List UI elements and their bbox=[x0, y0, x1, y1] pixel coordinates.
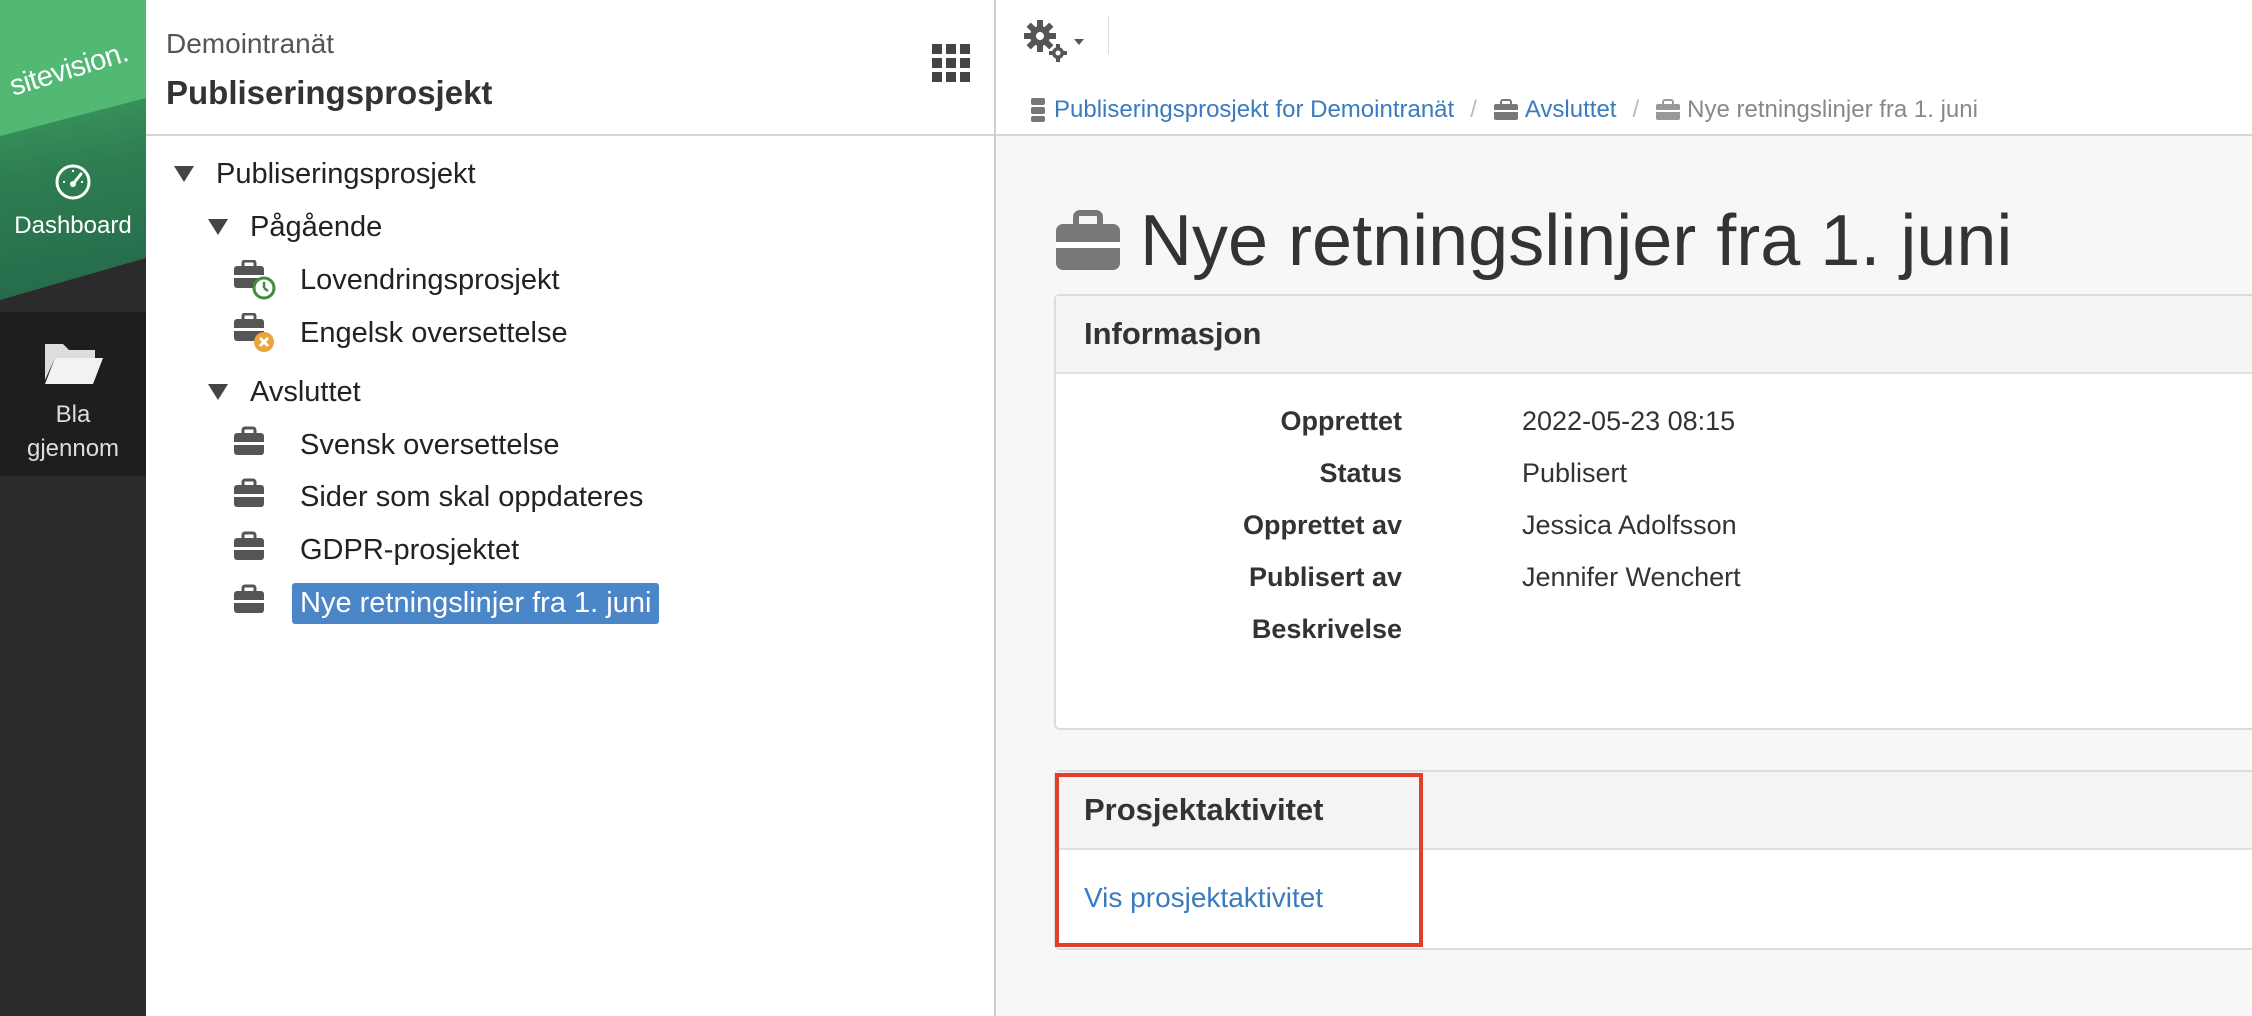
info-row-published-by: Publisert av Jennifer Wenchert bbox=[1056, 562, 2252, 602]
tree-group-closed[interactable]: Avsluttet bbox=[208, 369, 369, 415]
info-value: Jennifer Wenchert bbox=[1522, 562, 1741, 592]
apps-grid-icon[interactable] bbox=[932, 44, 970, 82]
project-activity-heading: Prosjektaktivitet bbox=[1056, 772, 2252, 850]
tree-group-ongoing[interactable]: Pågående bbox=[208, 204, 390, 250]
tree-item-label: GDPR-prosjektet bbox=[300, 533, 520, 566]
folder-open-icon bbox=[45, 344, 103, 384]
dashboard-label: Dashboard bbox=[14, 212, 132, 239]
tree-item[interactable]: Engelsk oversettelse bbox=[232, 310, 576, 356]
project-tree-panel: Demointranät Publiseringsprosjekt Publis… bbox=[146, 0, 996, 1016]
briefcase-cancel-icon bbox=[232, 312, 276, 353]
site-name: Demointranät bbox=[166, 28, 335, 59]
project-name: Publiseringsprosjekt bbox=[166, 74, 493, 111]
tree-group-label: Avsluttet bbox=[250, 375, 361, 408]
tree-item-label: Engelsk oversettelse bbox=[300, 316, 568, 349]
info-key: Publisert av bbox=[1248, 562, 1402, 592]
settings-menu-button[interactable] bbox=[1024, 20, 1086, 64]
gears-icon bbox=[1024, 20, 1067, 62]
toolbar bbox=[996, 0, 2252, 87]
info-row-status: Status Publisert bbox=[1056, 458, 2252, 498]
page-title: Nye retningslinjer fra 1. juni bbox=[1140, 201, 2013, 281]
briefcase-icon bbox=[232, 477, 276, 517]
tree-group-label: Pågående bbox=[250, 210, 383, 243]
briefcase-icon bbox=[1656, 99, 1681, 120]
browse-label-line-2: gjennom bbox=[26, 435, 120, 462]
breadcrumb-root-label: Publiseringsprosjekt for Demointranät bbox=[1054, 96, 1455, 123]
information-heading: Informasjon bbox=[1056, 296, 2252, 374]
info-key: Beskrivelse bbox=[1251, 614, 1402, 644]
info-value: 2022-05-23 08:15 bbox=[1522, 406, 1736, 436]
info-row-created: Opprettet 2022-05-23 08:15 bbox=[1056, 406, 2252, 446]
tree-item-label: Sider som skal oppdateres bbox=[300, 480, 644, 513]
tree-item-selected[interactable]: Nye retningslinjer fra 1. juni bbox=[232, 580, 660, 626]
dashboard-nav-item[interactable]: Dashboard bbox=[0, 162, 146, 240]
breadcrumb: Publiseringsprosjekt for Demointranät / … bbox=[996, 86, 2252, 136]
tree-item[interactable]: GDPR-prosjektet bbox=[232, 527, 527, 573]
tree-item-label: Nye retningslinjer fra 1. juni bbox=[292, 582, 660, 624]
show-project-activity-link[interactable]: Vis prosjektaktivitet bbox=[1084, 882, 1323, 914]
tree-item[interactable]: Svensk oversettelse bbox=[232, 422, 568, 468]
tree-node-root[interactable]: Publiseringsprosjekt bbox=[174, 151, 484, 197]
breadcrumb-item-current: Nye retningslinjer fra 1. juni bbox=[1655, 96, 1978, 124]
page-heading: Nye retningslinjer fra 1. juni bbox=[1054, 200, 2012, 282]
browse-nav-item[interactable]: Bla gjennom bbox=[0, 312, 146, 476]
expand-triangle-icon[interactable] bbox=[174, 166, 194, 182]
info-key: Status bbox=[1319, 458, 1402, 488]
briefcase-icon bbox=[1493, 99, 1518, 120]
info-key: Opprettet av bbox=[1242, 510, 1402, 540]
breadcrumb-current-label: Nye retningslinjer fra 1. juni bbox=[1687, 96, 1978, 123]
info-value: Publisert bbox=[1522, 458, 1628, 488]
breadcrumb-separator: / bbox=[1632, 96, 1640, 123]
info-value: Jessica Adolfsson bbox=[1522, 510, 1737, 540]
tree-item[interactable]: Sider som skal oppdateres bbox=[232, 474, 651, 520]
left-rail: sitevision. Dashboard Bla gjennom bbox=[0, 0, 146, 1016]
breadcrumb-separator: / bbox=[1470, 96, 1477, 123]
briefcase-clock-icon bbox=[232, 259, 276, 300]
tree-node-label: Publiseringsprosjekt bbox=[216, 157, 476, 190]
tree-item-label: Svensk oversettelse bbox=[300, 428, 560, 461]
expand-triangle-icon[interactable] bbox=[208, 219, 228, 235]
breadcrumb-item-closed[interactable]: Avsluttet bbox=[1493, 96, 1617, 124]
info-row-description: Beskrivelse bbox=[1056, 614, 2252, 654]
expand-triangle-icon[interactable] bbox=[208, 384, 228, 400]
info-key: Opprettet bbox=[1280, 406, 1403, 436]
tree-header: Demointranät Publiseringsprosjekt bbox=[146, 0, 994, 136]
briefcase-icon bbox=[1056, 210, 1120, 270]
briefcase-icon bbox=[232, 425, 276, 465]
project-activity-panel: Prosjektaktivitet Vis prosjektaktivitet bbox=[1054, 770, 2252, 950]
toolbar-divider bbox=[1108, 16, 1109, 54]
caret-down-icon bbox=[1074, 39, 1084, 45]
info-row-created-by: Opprettet av Jessica Adolfsson bbox=[1056, 510, 2252, 550]
briefcase-icon bbox=[232, 530, 276, 570]
breadcrumb-closed-label: Avsluttet bbox=[1524, 96, 1617, 123]
information-panel: Informasjon Opprettet 2022-05-23 08:15 S… bbox=[1054, 294, 2252, 730]
project-stack-icon bbox=[1031, 98, 1045, 122]
tree-item-label: Lovendringsprosjekt bbox=[300, 263, 560, 296]
tree-item[interactable]: Lovendringsprosjekt bbox=[232, 257, 568, 303]
briefcase-icon bbox=[232, 583, 276, 623]
main-content: Publiseringsprosjekt for Demointranät / … bbox=[996, 0, 2252, 1016]
breadcrumb-item-root[interactable]: Publiseringsprosjekt for Demointranät bbox=[1028, 96, 1454, 124]
browse-label-line-1: Bla bbox=[55, 401, 91, 428]
dashboard-gauge-icon bbox=[55, 164, 91, 200]
